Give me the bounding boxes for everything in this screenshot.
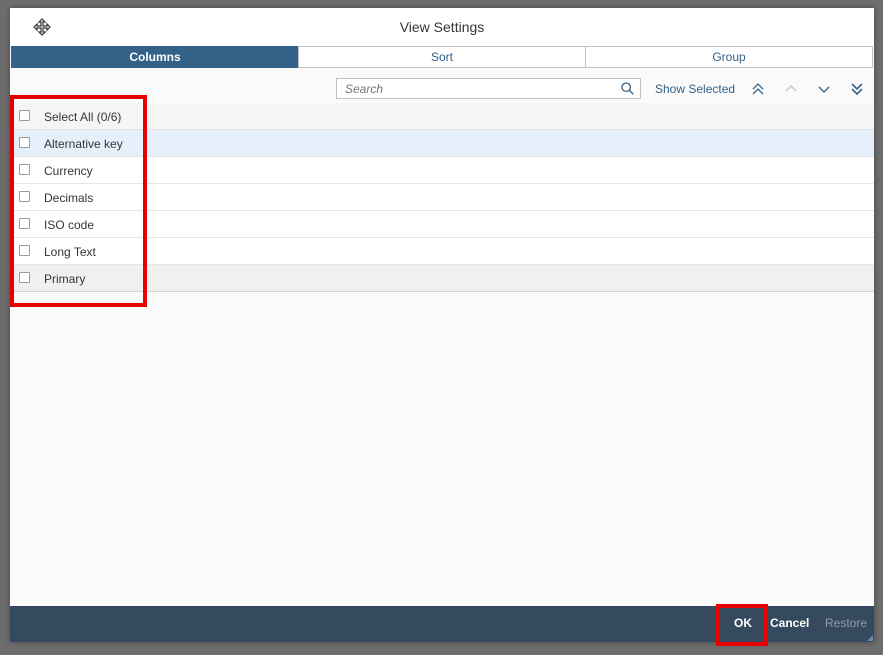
move-to-top-icon[interactable] <box>750 81 766 97</box>
show-selected-button[interactable]: Show Selected <box>655 82 735 96</box>
dialog-footer: OK Cancel Restore <box>10 606 874 642</box>
list-item-select-all[interactable]: Select All (0/6) <box>10 103 874 130</box>
tab-group[interactable]: Group <box>585 46 873 68</box>
checkbox[interactable] <box>19 137 30 148</box>
resize-handle-icon[interactable] <box>867 635 873 641</box>
cancel-button[interactable]: Cancel <box>770 616 809 630</box>
checkbox[interactable] <box>19 218 30 229</box>
tab-columns[interactable]: Columns <box>11 46 299 68</box>
list-item-label: Select All (0/6) <box>44 110 122 124</box>
checkbox[interactable] <box>19 110 30 121</box>
list-item-label: Long Text <box>44 245 96 259</box>
list-item-label: Primary <box>44 272 86 286</box>
dialog-header: View Settings <box>10 8 874 46</box>
move-up-icon[interactable] <box>783 81 799 97</box>
tab-bar: Columns Sort Group <box>11 46 873 68</box>
checkbox[interactable] <box>19 245 30 256</box>
move-to-bottom-icon[interactable] <box>849 81 865 97</box>
checkbox[interactable] <box>19 272 30 283</box>
list-item-label: Currency <box>44 164 93 178</box>
column-list: Select All (0/6) Alternative key Currenc… <box>10 103 874 292</box>
checkbox[interactable] <box>19 164 30 175</box>
dialog-title: View Settings <box>399 19 485 35</box>
checkbox[interactable] <box>19 191 30 202</box>
restore-button[interactable]: Restore <box>825 616 867 630</box>
list-item[interactable]: Long Text <box>10 238 874 265</box>
list-item[interactable]: Alternative key <box>10 130 874 157</box>
list-item[interactable]: ISO code <box>10 211 874 238</box>
move-down-icon[interactable] <box>816 81 832 97</box>
search-icon[interactable] <box>621 82 634 95</box>
list-item[interactable]: Primary <box>10 265 874 292</box>
list-item-label: ISO code <box>44 218 95 232</box>
search-field <box>336 78 641 99</box>
tab-sort[interactable]: Sort <box>298 46 586 68</box>
ok-button[interactable]: OK <box>734 616 752 630</box>
list-toolbar: Show Selected <box>10 76 874 104</box>
view-settings-dialog: View Settings Columns Sort Group Show Se… <box>10 8 874 642</box>
search-input[interactable] <box>337 79 628 98</box>
list-item-label: Alternative key <box>44 137 123 151</box>
list-item[interactable]: Currency <box>10 157 874 184</box>
list-item[interactable]: Decimals <box>10 184 874 211</box>
list-item-label: Decimals <box>44 191 94 205</box>
